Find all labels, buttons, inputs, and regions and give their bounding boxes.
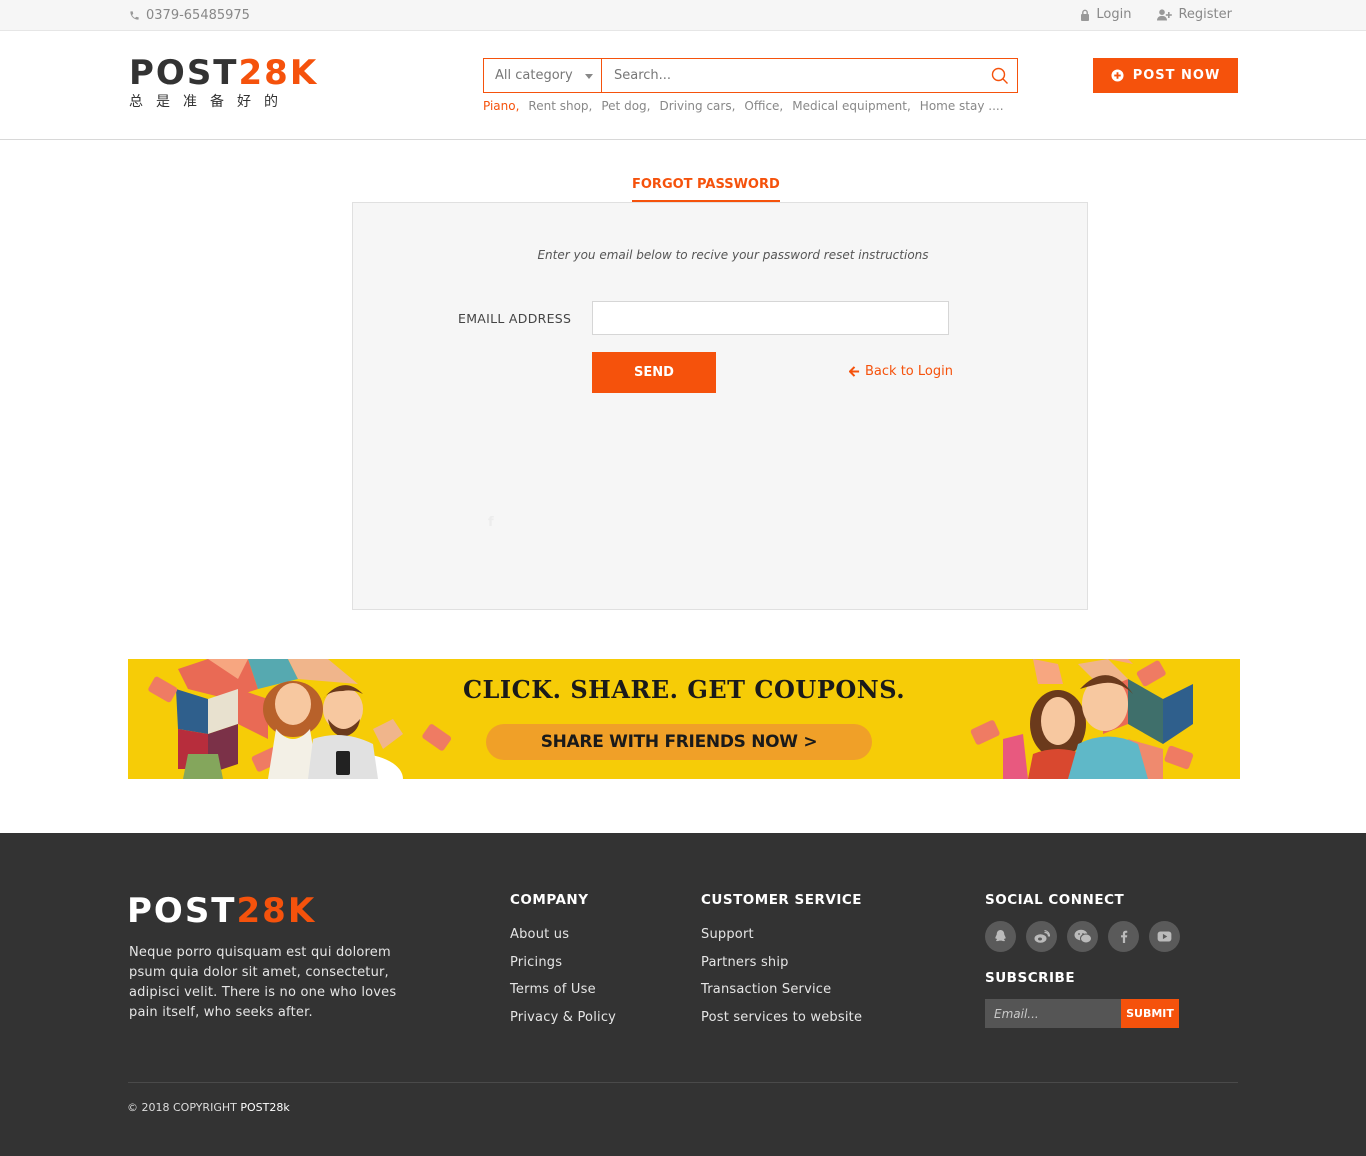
youtube-icon[interactable] (1149, 921, 1180, 952)
coupon-banner[interactable]: CLICK. SHARE. GET COUPONS. SHARE WITH FR… (128, 659, 1240, 779)
footer-link[interactable]: Pricings (510, 949, 616, 977)
weibo-icon[interactable] (1026, 921, 1057, 952)
email-label: EMAILL ADDRESS (458, 311, 572, 326)
copyright: © 2018 COPYRIGHT POST28k (127, 1101, 290, 1114)
post-now-button[interactable]: POST NOW (1093, 58, 1238, 93)
plus-circle-icon (1111, 69, 1124, 82)
copyright-text: © 2018 COPYRIGHT (127, 1101, 237, 1114)
search-input[interactable] (602, 59, 983, 92)
back-to-login-link[interactable]: Back to Login (849, 364, 953, 379)
footer-link[interactable]: Partners ship (701, 949, 862, 977)
customer-service-title: CUSTOMER SERVICE (701, 892, 862, 908)
social-title: SOCIAL CONNECT (985, 892, 1125, 908)
tag-link[interactable]: Rent shop, (528, 99, 592, 113)
company-title: COMPANY (510, 892, 589, 908)
footer-customer-service: CUSTOMER SERVICE Support Partners ship T… (701, 892, 862, 1031)
banner-right-illustration (970, 659, 1194, 779)
qq-icon[interactable] (985, 921, 1016, 952)
tag-link[interactable]: Pet dog, (601, 99, 650, 113)
search-button[interactable] (983, 59, 1017, 92)
tag-link[interactable]: Piano, (483, 99, 519, 113)
caret-down-icon (585, 74, 593, 79)
subscribe-email-input[interactable] (985, 999, 1121, 1028)
arrow-left-icon (849, 366, 860, 377)
subscribe-form: SUBMIT (985, 999, 1180, 1028)
footer-logo[interactable]: POST28K (127, 893, 316, 929)
site-header: POST28K 总是准备好的 All category Piano, Rent … (0, 31, 1366, 140)
footer-link[interactable]: Privacy & Policy (510, 1004, 616, 1032)
subscribe-submit-button[interactable]: SUBMIT (1121, 999, 1179, 1028)
wechat-icon[interactable] (1067, 921, 1098, 952)
forgot-password-panel: Enter you email below to recive your pas… (352, 202, 1088, 610)
register-label: Register (1178, 7, 1232, 22)
footer-link[interactable]: Transaction Service (701, 976, 862, 1004)
footer-social: SOCIAL CONNECT SUBSCRIBE SUBMIT (985, 892, 1180, 1028)
subscribe-title: SUBSCRIBE (985, 970, 1076, 986)
lock-icon (1080, 9, 1090, 21)
search-icon (991, 67, 1009, 85)
logo-text-accent: 28K (238, 53, 319, 93)
copyright-brand: POST28k (240, 1101, 290, 1114)
email-field[interactable] (592, 301, 949, 335)
footer-logo-accent: 28K (236, 891, 317, 931)
login-link[interactable]: Login (1080, 7, 1131, 22)
category-selected: All category (495, 68, 573, 83)
footer-logo-text: POST (127, 891, 237, 931)
register-link[interactable]: Register (1157, 7, 1232, 22)
tag-link[interactable]: Driving cars, (659, 99, 735, 113)
back-to-login-label: Back to Login (865, 364, 953, 379)
search-bar: All category (483, 58, 1018, 93)
tag-link[interactable]: Office, (744, 99, 783, 113)
phone-icon (129, 10, 140, 21)
footer-link[interactable]: Post services to website (701, 1004, 862, 1032)
share-with-friends-button[interactable]: SHARE WITH FRIENDS NOW > (486, 724, 872, 760)
phone-number: 0379-65485975 (146, 8, 250, 23)
top-bar: 0379-65485975 Login Register (0, 0, 1366, 31)
category-select[interactable]: All category (484, 59, 602, 92)
user-plus-icon (1157, 8, 1173, 21)
footer-link[interactable]: About us (510, 921, 616, 949)
instructions-text: Enter you email below to recive your pas… (537, 248, 929, 262)
site-footer: POST28K Neque porro quisquam est qui dol… (0, 833, 1366, 1156)
footer-link[interactable]: Terms of Use (510, 976, 616, 1004)
facebook-icon[interactable] (1108, 921, 1139, 952)
site-logo[interactable]: POST28K 总是准备好的 (129, 55, 318, 111)
post-now-label: POST NOW (1132, 68, 1221, 83)
login-label: Login (1096, 7, 1132, 22)
popular-tags: Piano, Rent shop, Pet dog, Driving cars,… (483, 99, 1013, 113)
forgot-password-title: FORGOT PASSWORD (632, 177, 780, 202)
tag-link[interactable]: Home stay .... (920, 99, 1004, 113)
footer-link[interactable]: Support (701, 921, 862, 949)
logo-tagline: 总是准备好的 (129, 94, 291, 110)
footer-description: Neque porro quisquam est qui dolorem psu… (129, 945, 397, 1020)
phone-contact: 0379-65485975 (129, 8, 250, 23)
logo-text: POST (129, 53, 239, 93)
footer-company: COMPANY About us Pricings Terms of Use P… (510, 892, 616, 1031)
footer-divider (128, 1082, 1238, 1083)
tag-link[interactable]: Medical equipment, (792, 99, 911, 113)
send-button[interactable]: SEND (592, 352, 716, 393)
facebook-icon: f (488, 515, 494, 530)
